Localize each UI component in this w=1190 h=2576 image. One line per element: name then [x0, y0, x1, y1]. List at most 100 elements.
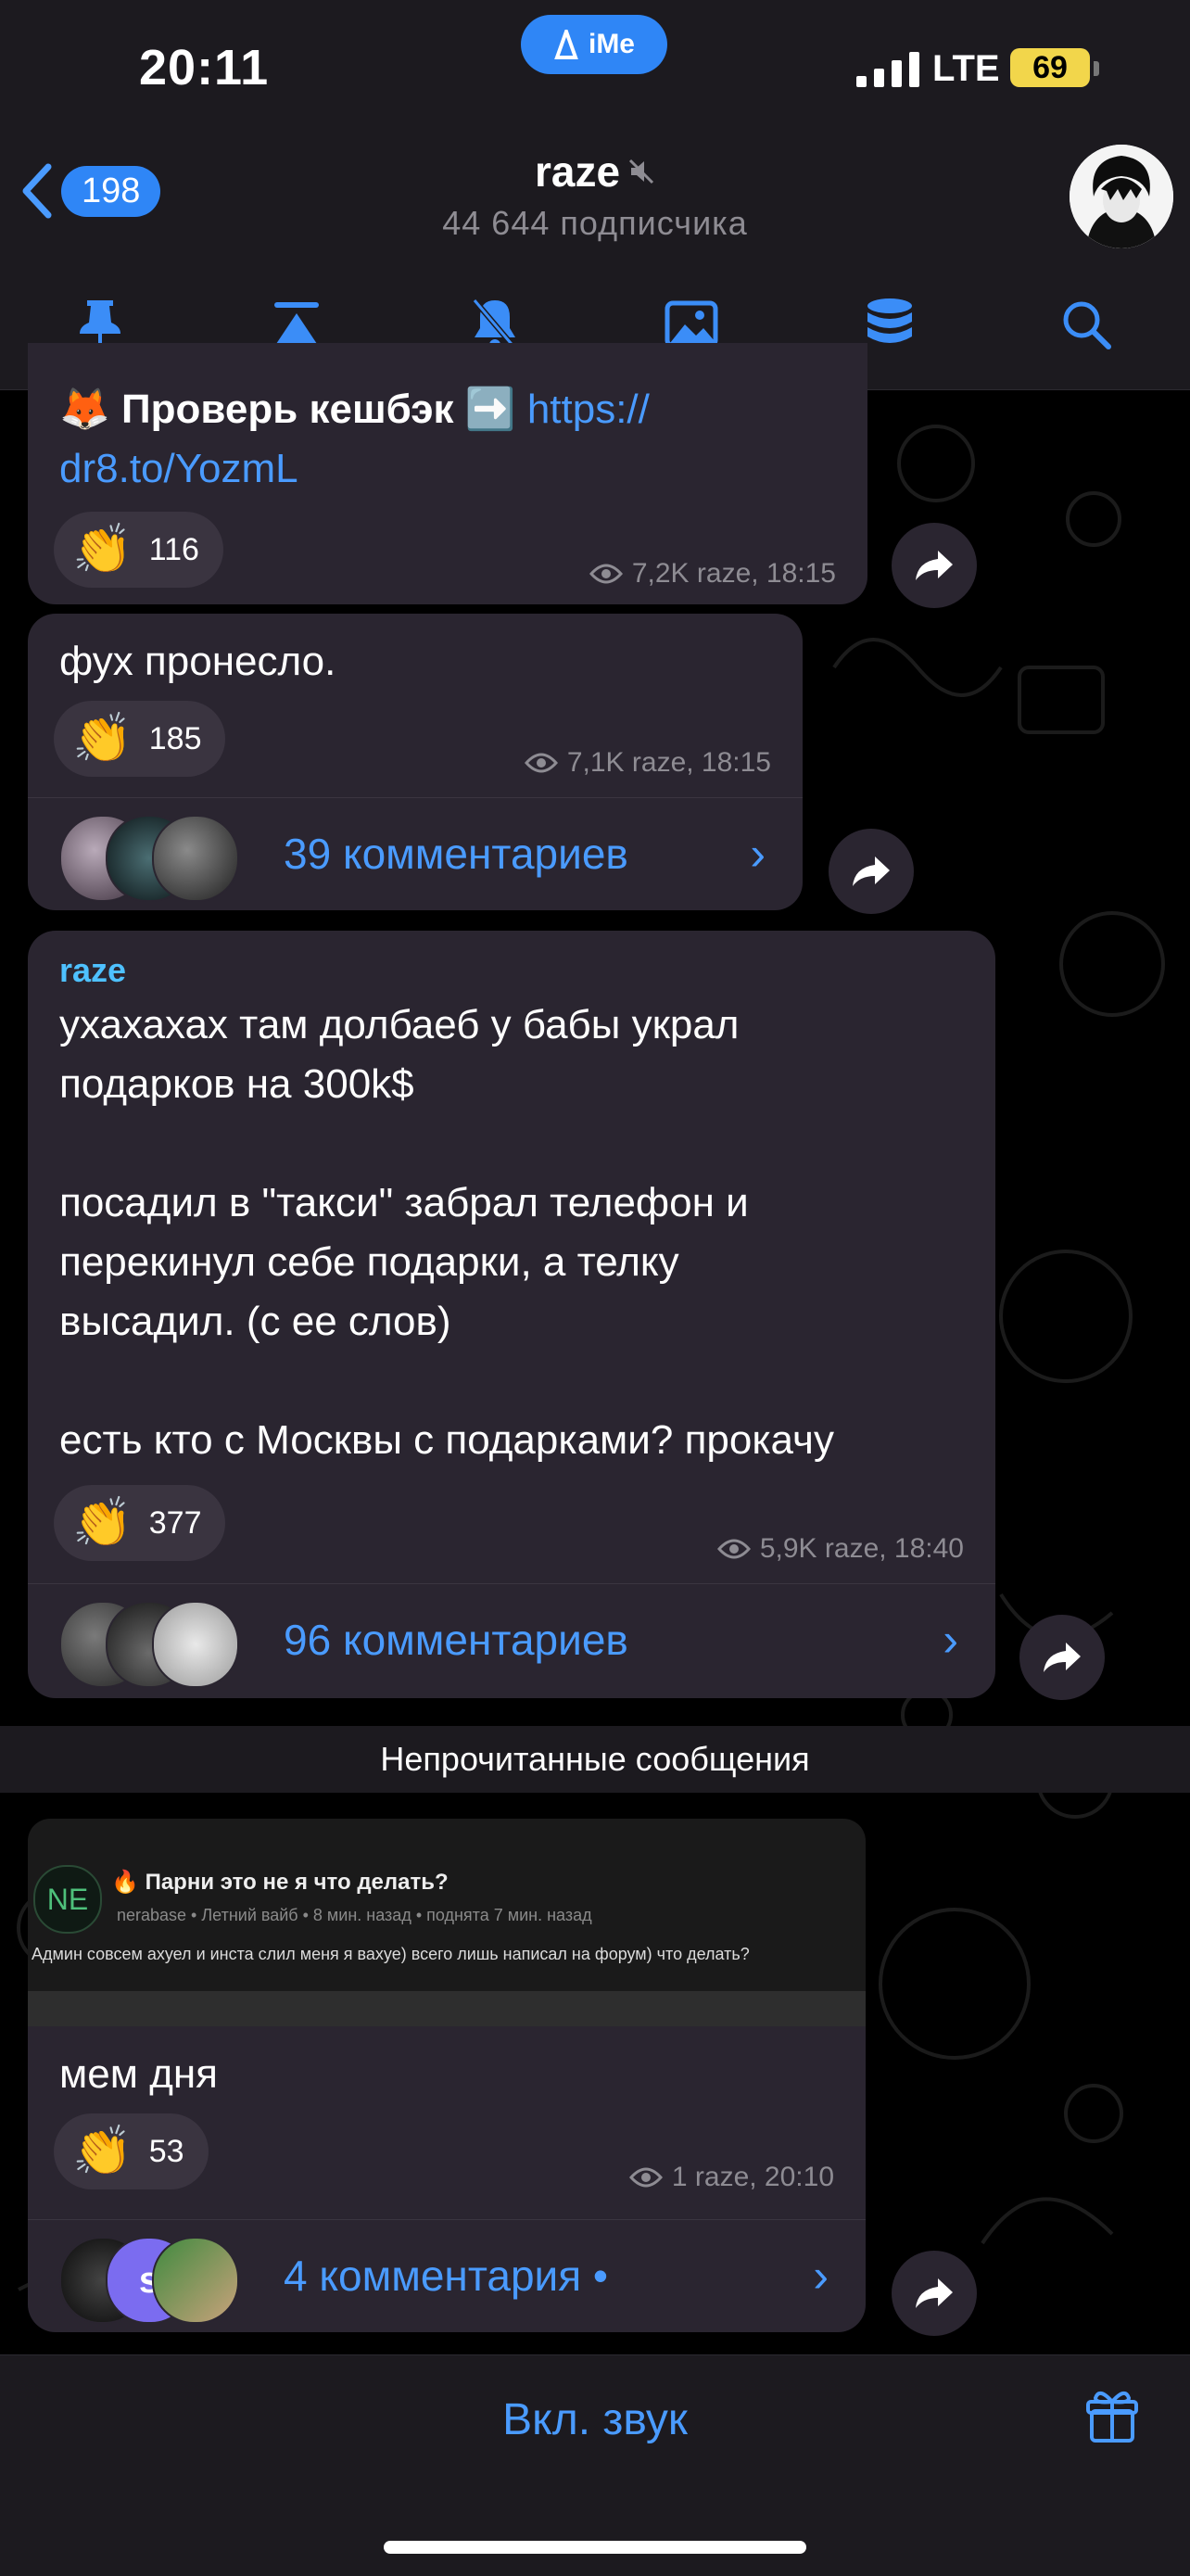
clap-emoji-icon: 👏 — [72, 1496, 133, 1550]
views-author-time: 5,9K raze, 18:40 — [759, 1533, 964, 1564]
link-part2[interactable]: dr8.to/YozmL — [59, 446, 298, 491]
forum-post-title-text: Парни это не я что делать? — [145, 1870, 449, 1895]
text-line: ухахахах там долбаеб у бабы украл — [59, 1002, 740, 1047]
message-text: фух пронесло. — [59, 639, 336, 684]
media-icon — [665, 300, 718, 349]
forum-avatar: NE — [33, 1865, 102, 1934]
chevron-right-icon: › — [813, 2250, 829, 2302]
share-button[interactable] — [892, 523, 977, 608]
storage-icon — [867, 298, 912, 343]
battery-tip — [1094, 61, 1099, 76]
share-button[interactable] — [829, 829, 914, 914]
message-bubble[interactable]: 🦊 Проверь кешбэк ➡️ https:// dr8.to/Yozm… — [28, 343, 867, 604]
views-author-time: 7,1K raze, 18:15 — [566, 747, 771, 778]
ime-logo-icon — [554, 30, 578, 59]
channel-name: raze — [534, 147, 621, 196]
signal-icon — [856, 52, 919, 87]
chevron-right-icon: › — [943, 1614, 958, 1666]
commenter-avatars — [28, 1593, 241, 1688]
forward-arrow-icon — [916, 551, 953, 580]
eye-icon — [716, 1539, 751, 1559]
eye-icon — [589, 564, 623, 584]
forum-post-sub: nerabase • Летний вайб • 8 мин. назад • … — [117, 1906, 592, 1924]
anime-avatar-icon — [1070, 145, 1173, 248]
eye-icon — [524, 753, 558, 773]
message-bubble[interactable]: raze ухахахах там долбаеб у бабы украл п… — [28, 931, 995, 1698]
battery-icon: 69 — [1010, 48, 1090, 87]
network-type: LTE — [932, 48, 1000, 89]
muted-icon — [628, 159, 654, 184]
clap-emoji-icon: 👏 — [72, 2125, 133, 2178]
channel-avatar[interactable] — [1070, 145, 1173, 248]
reaction-chip[interactable]: 👏 116 — [54, 512, 223, 588]
reaction-count: 377 — [148, 1504, 202, 1541]
text-line: высадил. (с ее слов) — [59, 1299, 451, 1344]
message-meta: 5,9K raze, 18:40 — [716, 1533, 964, 1565]
message-author: raze — [59, 951, 127, 989]
text-line: посадил в "такси" забрал телефон и — [59, 1180, 749, 1225]
forum-post-title: 🔥 Парни это не я что делать? — [111, 1869, 449, 1896]
comments-label: 39 комментариев — [284, 830, 628, 878]
battery-level: 69 — [1032, 49, 1068, 85]
comments-label: 4 комментария • — [284, 2252, 609, 2300]
clap-emoji-icon: 👏 — [72, 712, 133, 766]
comments-row[interactable]: s 4 комментария • › — [28, 2219, 866, 2331]
unread-divider: Непрочитанные сообщения — [0, 1726, 1190, 1793]
commenter-avatar — [152, 2237, 239, 2324]
clock: 20:11 — [139, 40, 270, 95]
back-button[interactable]: 198 — [20, 161, 161, 221]
forward-arrow-icon — [1044, 1643, 1081, 1672]
comments-label: 96 комментариев — [284, 1616, 628, 1664]
views-author-time: 7,2K raze, 18:15 — [631, 558, 836, 589]
commenter-avatars — [28, 807, 241, 902]
unmute-button[interactable]: Вкл. звук — [0, 2394, 1190, 2445]
unread-count-badge: 198 — [61, 165, 161, 217]
ime-label: iMe — [588, 29, 635, 59]
comments-row[interactable]: 39 комментариев › — [28, 797, 803, 909]
text-line: подарков на 300k$ — [59, 1061, 414, 1107]
search-button[interactable] — [1049, 287, 1123, 362]
fire-icon: 🔥 — [111, 1870, 139, 1895]
message-meta: 7,1K raze, 18:15 — [524, 747, 771, 779]
reaction-count: 53 — [148, 2133, 184, 2169]
reaction-chip[interactable]: 👏 53 — [54, 2113, 209, 2189]
text-line-blank — [59, 1114, 986, 1174]
bottom-bar: Вкл. звук — [0, 2354, 1190, 2576]
cashback-text: 🦊 Проверь кешбэк ➡️ — [59, 387, 516, 432]
forum-screenshot-image[interactable]: NE 🔥 Парни это не я что делать? nerabase… — [28, 1819, 866, 2026]
forum-footer-bar — [28, 1991, 866, 2026]
message-text: ухахахах там долбаеб у бабы украл подарк… — [59, 996, 986, 1470]
text-line: перекинул себе подарки, а телку — [59, 1239, 679, 1285]
ime-pill[interactable]: iMe — [521, 15, 667, 74]
channel-title[interactable]: raze 44 644 подписчика — [317, 146, 873, 243]
chevron-right-icon: › — [750, 828, 766, 880]
subscriber-count: 44 644 подписчика — [442, 204, 748, 242]
home-indicator — [384, 2541, 806, 2554]
forum-post-body: Админ совсем ахуел и инста слил меня я в… — [32, 1945, 750, 1963]
text-line-blank — [59, 1351, 986, 1411]
views-author-time: 1 raze, 20:10 — [671, 2162, 834, 2192]
gift-icon — [1086, 2391, 1138, 2443]
comments-row[interactable]: 96 комментариев › — [28, 1583, 995, 1695]
search-icon — [1063, 301, 1111, 349]
reaction-chip[interactable]: 👏 185 — [54, 701, 226, 777]
message-bubble[interactable]: фух пронесло. 👏 185 7,1K raze, 18:15 39 … — [28, 614, 803, 910]
forward-arrow-icon — [853, 857, 890, 886]
forward-arrow-icon — [916, 2278, 953, 2308]
link-part1[interactable]: https:// — [527, 387, 650, 432]
commenter-avatar — [152, 1601, 239, 1688]
commenter-avatar — [152, 815, 239, 902]
message-text: мем дня — [59, 2051, 218, 2097]
chevron-left-icon — [22, 163, 52, 219]
reaction-count: 116 — [148, 531, 199, 567]
share-button[interactable] — [1019, 1615, 1105, 1700]
text-line: есть кто с Москвы с подарками? прокачу — [59, 1417, 834, 1463]
reaction-chip[interactable]: 👏 377 — [54, 1485, 226, 1561]
clap-emoji-icon: 👏 — [72, 523, 133, 577]
message-text: 🦊 Проверь кешбэк ➡️ https:// dr8.to/Yozm… — [59, 380, 856, 499]
message-meta: 7,2K raze, 18:15 — [589, 558, 836, 590]
message-meta: 1 raze, 20:10 — [628, 2162, 834, 2193]
commenter-avatars: s — [28, 2229, 241, 2324]
share-button[interactable] — [892, 2251, 977, 2336]
gift-button[interactable] — [1086, 2389, 1138, 2449]
